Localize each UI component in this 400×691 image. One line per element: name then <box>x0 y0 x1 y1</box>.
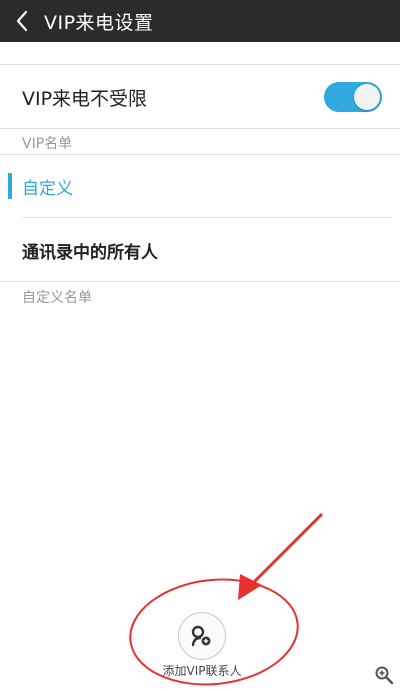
add-contact-icon <box>191 625 211 647</box>
vip-list-section-label: VIP名单 <box>22 136 73 152</box>
option-custom-label: 自定义 <box>22 178 73 199</box>
divider <box>0 64 400 65</box>
selected-marker <box>8 173 12 199</box>
add-vip-contact-button[interactable] <box>178 612 226 660</box>
back-button[interactable] <box>0 0 44 42</box>
vip-unlimited-toggle[interactable] <box>324 82 382 112</box>
zoom-in-icon[interactable] <box>374 665 394 685</box>
option-all-contacts-label: 通讯录中的所有人 <box>22 242 158 263</box>
option-custom[interactable]: 自定义 <box>0 155 400 217</box>
title-bar: VIP来电设置 <box>0 0 400 42</box>
annotation-arrow-head <box>238 574 262 600</box>
divider <box>0 281 400 282</box>
divider <box>22 217 392 218</box>
annotation-arrow-shaft <box>248 512 324 588</box>
divider <box>0 128 400 129</box>
add-vip-contact-label: 添加VIP联系人 <box>162 664 242 678</box>
page-title: VIP来电设置 <box>44 11 154 34</box>
vip-unlimited-label: VIP来电不受限 <box>22 87 148 110</box>
vip-unlimited-row[interactable]: VIP来电不受限 <box>0 66 400 128</box>
custom-list-section-label: 自定义名单 <box>22 290 92 306</box>
chevron-left-icon <box>16 10 28 32</box>
toggle-knob <box>354 84 380 110</box>
option-all-contacts[interactable]: 通讯录中的所有人 <box>0 219 400 281</box>
